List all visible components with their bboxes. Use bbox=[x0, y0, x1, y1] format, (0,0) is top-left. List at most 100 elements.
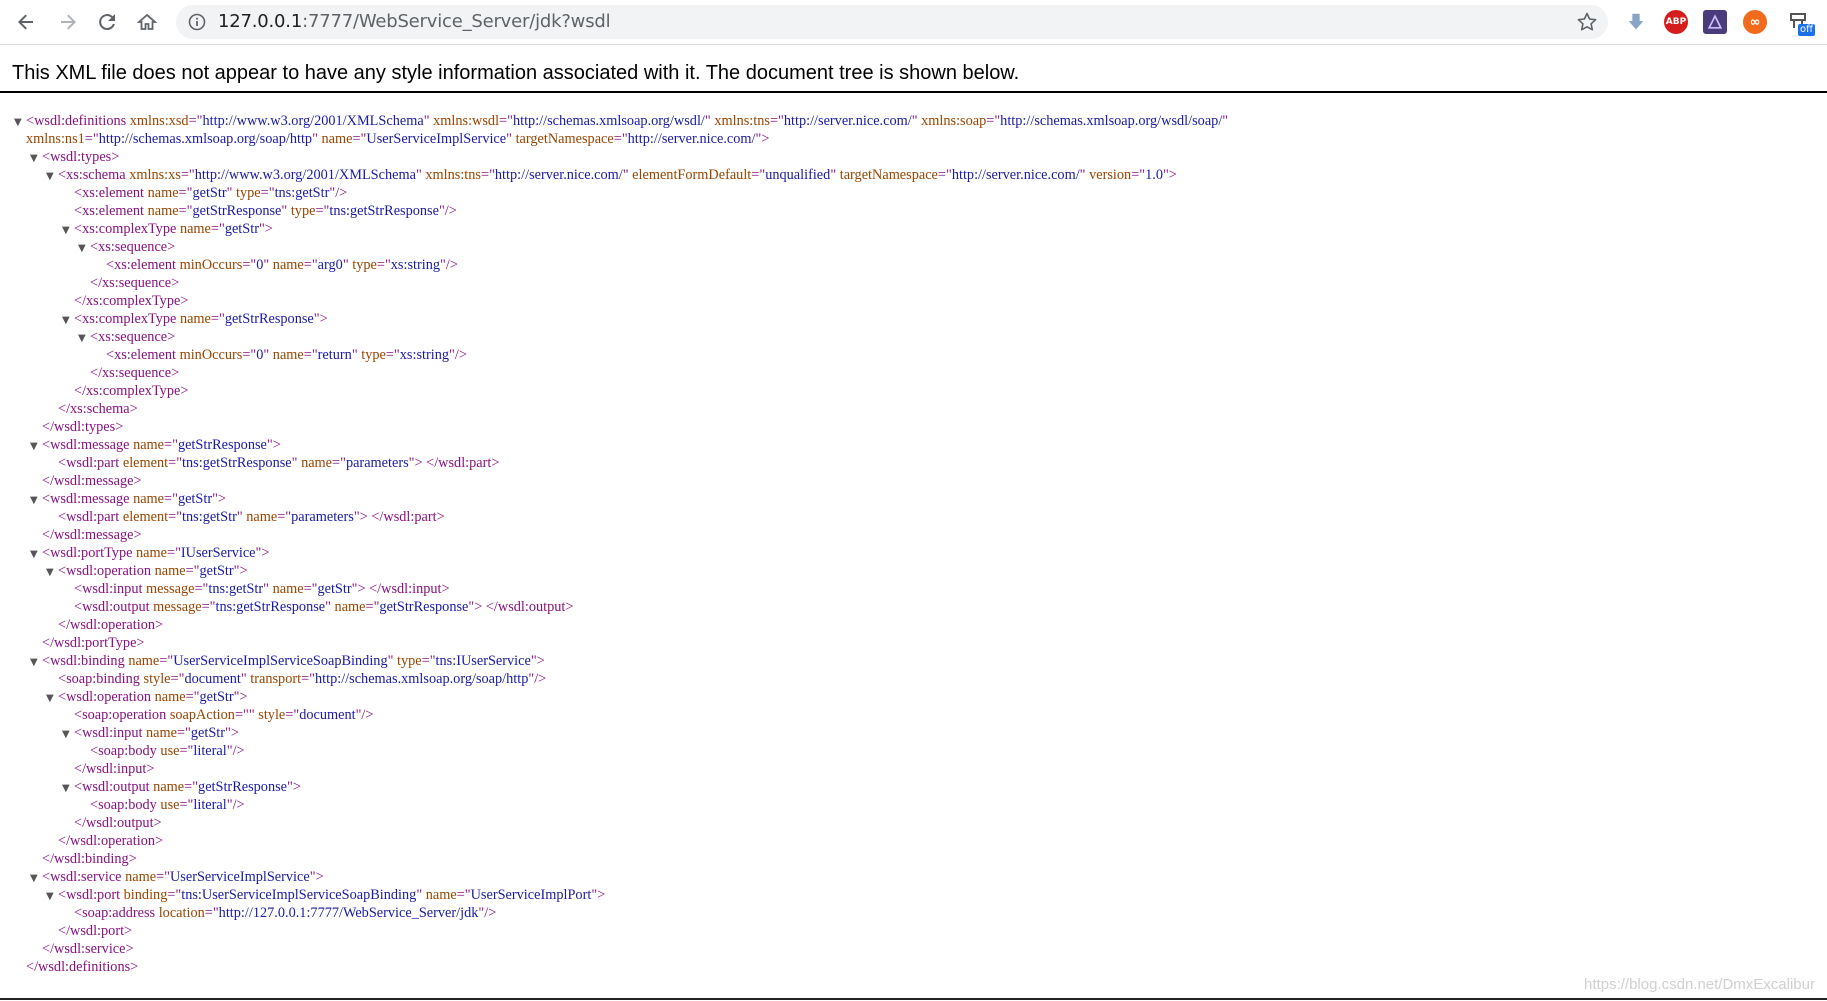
xml-attr-name: type bbox=[352, 257, 377, 273]
xml-attr-value: http://www.w3.org/2001/XMLSchema bbox=[202, 113, 424, 129]
xml-attr-name: name bbox=[125, 869, 157, 885]
back-button[interactable] bbox=[12, 8, 40, 36]
xml-tag: </wsdl:types> bbox=[42, 419, 124, 435]
xml-attr-name: name bbox=[179, 221, 211, 237]
extension-purple-icon[interactable] bbox=[1703, 10, 1727, 34]
xml-attr-name: name bbox=[128, 653, 160, 669]
extension-off-icon[interactable]: off bbox=[1787, 8, 1815, 36]
reload-button[interactable] bbox=[93, 8, 121, 36]
xml-tag: =" bbox=[499, 113, 513, 129]
xml-tag: " bbox=[263, 347, 273, 363]
xml-attr-name: soapAction bbox=[169, 707, 235, 723]
xml-attr-name: name bbox=[272, 347, 304, 363]
header-divider bbox=[0, 91, 1827, 93]
xml-tag: </wsdl:operation> bbox=[58, 617, 164, 633]
extension-adblock-icon[interactable]: ABP bbox=[1664, 10, 1688, 34]
footer-divider bbox=[0, 998, 1827, 1000]
xml-tag: =" bbox=[178, 203, 193, 219]
xml-attr-name: xmlns:wsdl bbox=[433, 113, 500, 129]
xml-tag: " bbox=[704, 113, 715, 129]
xml-line: </wsdl:portType> bbox=[14, 634, 1228, 652]
xml-attr-value: literal bbox=[193, 797, 227, 813]
xml-tag: "/> bbox=[528, 671, 547, 687]
xml-tag: <xs:sequence> bbox=[90, 239, 176, 255]
xml-attr-value: getStrResponse bbox=[177, 437, 267, 453]
xml-tag: =" bbox=[185, 563, 200, 579]
xml-tag: =" bbox=[194, 581, 209, 597]
xml-tag: =" bbox=[751, 167, 766, 183]
xml-line: ▼ <wsdl:types> bbox=[14, 148, 1228, 166]
xml-attr-name: name bbox=[246, 509, 278, 525]
xml-attr-value: tns:getStrResponse bbox=[215, 599, 326, 615]
xml-attr-value: http://127.0.0.1:7777/WebService_Server/… bbox=[218, 905, 479, 921]
info-icon[interactable] bbox=[188, 13, 206, 31]
xml-attr-value: getStrResponse bbox=[379, 599, 469, 615]
xml-attr-name: xmlns:xs bbox=[129, 167, 181, 183]
xml-attr-name: type bbox=[397, 653, 422, 669]
xml-attr-value: getStr bbox=[199, 563, 234, 579]
xml-tag: <wsdl:part bbox=[58, 455, 123, 471]
url-text[interactable]: 127.0.0.1:7777/WebService_Server/jdk?wsd… bbox=[218, 11, 611, 33]
xml-attr-value: parameters bbox=[291, 509, 354, 525]
xml-tag: =" bbox=[303, 257, 318, 273]
xml-tag: <soap:operation bbox=[74, 707, 170, 723]
address-bar[interactable]: 127.0.0.1:7777/WebService_Server/jdk?wsd… bbox=[176, 5, 1608, 39]
xml-tag: =" bbox=[188, 113, 203, 129]
extension-infinity-icon[interactable]: ∞ bbox=[1743, 10, 1767, 34]
xml-attr-name: name bbox=[154, 689, 186, 705]
xml-tag: " bbox=[263, 581, 273, 597]
xml-tag: " bbox=[263, 257, 273, 273]
xml-attr-name: name bbox=[136, 545, 167, 561]
xml-line: ▼ <wsdl:output name="getStrResponse"> bbox=[14, 778, 1228, 796]
xml-attr-name: xmlns:soap bbox=[921, 113, 987, 129]
xml-tag: <wsdl:part bbox=[58, 509, 123, 525]
xml-attr-value: getStr bbox=[190, 725, 226, 741]
xml-attr-value: tns:getStrResponse bbox=[182, 455, 292, 471]
xml-tag: =" bbox=[303, 581, 318, 597]
home-button[interactable] bbox=[133, 8, 161, 36]
xml-line: <wsdl:part element="tns:getStrResponse" … bbox=[14, 454, 1228, 472]
xml-tag: "> bbox=[313, 311, 328, 327]
url-host: 127.0.0.1 bbox=[218, 11, 303, 32]
forward-button[interactable] bbox=[54, 8, 82, 36]
xml-tag: =" bbox=[481, 167, 495, 183]
xml-attr-value: tns:UserServiceImplServiceSoapBinding bbox=[181, 887, 417, 903]
xml-tag: </wsdl:service> bbox=[42, 941, 134, 957]
xml-attr-value: unqualified bbox=[765, 167, 831, 183]
watermark: https://blog.csdn.net/DmxExcalibur bbox=[1584, 976, 1815, 993]
xml-tag: =" bbox=[769, 113, 784, 129]
xml-tag: " bbox=[240, 671, 251, 687]
xml-tag: <wsdl:binding bbox=[42, 653, 129, 669]
arrow-left-icon bbox=[18, 14, 33, 30]
xml-tag: =" bbox=[184, 779, 199, 795]
xml-tag: <wsdl:operation bbox=[58, 689, 155, 705]
xml-line: </wsdl:port> bbox=[14, 922, 1228, 940]
xml-attr-name: name bbox=[425, 887, 457, 903]
xml-tag: </wsdl:input> bbox=[74, 761, 155, 777]
xml-tag: "/> bbox=[449, 347, 467, 363]
reload-icon bbox=[99, 14, 115, 31]
xml-attr-name: binding bbox=[123, 887, 168, 903]
xml-tag: <wsdl:operation bbox=[58, 563, 155, 579]
xml-tag: =" bbox=[301, 671, 315, 687]
xml-tag: =" bbox=[365, 599, 380, 615]
xml-attr-name: name bbox=[133, 437, 165, 453]
xml-attr-name: name bbox=[133, 491, 165, 507]
xml-attr-name: style bbox=[143, 671, 171, 687]
xml-tag: =" bbox=[185, 689, 200, 705]
xml-attr-name: use bbox=[160, 743, 180, 759]
xml-tag: </wsdl:message> bbox=[42, 473, 142, 489]
xml-tag: "> bbox=[266, 437, 281, 453]
xml-attr-name: targetNamespace bbox=[515, 131, 614, 147]
xml-tag: "> bbox=[255, 545, 270, 561]
xml-tag: =" bbox=[456, 887, 471, 903]
extension-download-icon[interactable] bbox=[1624, 10, 1648, 34]
xml-tag: " bbox=[415, 167, 426, 183]
xml-attr-value: UserServiceImplServiceSoapBinding bbox=[173, 653, 388, 669]
xml-tag: "> bbox=[233, 563, 248, 579]
xml-tag: =" bbox=[167, 887, 182, 903]
bookmark-star-icon[interactable] bbox=[1576, 11, 1598, 33]
xml-tag: </wsdl:output> bbox=[74, 815, 162, 831]
xml-line: ▼ <wsdl:message name="getStrResponse"> bbox=[14, 436, 1228, 454]
xml-line: ▼ <xs:sequence> bbox=[14, 238, 1228, 256]
